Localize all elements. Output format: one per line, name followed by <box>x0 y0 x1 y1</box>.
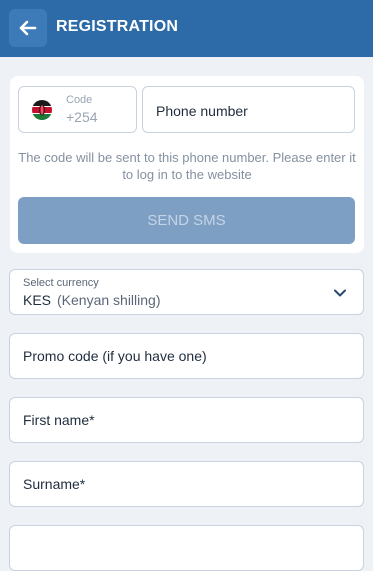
surname-input[interactable]: Surname* <box>9 461 364 507</box>
currency-name: (Kenyan shilling) <box>57 292 161 308</box>
country-code-selector[interactable]: Code +254 <box>18 86 137 133</box>
send-sms-button[interactable]: SEND SMS <box>18 197 355 244</box>
code-label: Code <box>66 94 93 106</box>
first-name-input[interactable]: First name* <box>9 397 364 443</box>
arrow-left-icon <box>19 20 37 36</box>
promo-code-input[interactable]: Promo code (if you have one) <box>9 333 364 379</box>
phone-number-input[interactable]: Phone number <box>142 86 355 133</box>
currency-select[interactable]: Select currency KES (Kenyan shilling) <box>9 269 364 315</box>
header-bar: REGISTRATION <box>0 0 373 57</box>
surname-placeholder: Surname* <box>23 476 86 492</box>
phone-card: Code +254 Phone number The code will be … <box>10 76 364 253</box>
currency-label: Select currency <box>23 277 99 289</box>
next-field-partial[interactable] <box>9 525 364 571</box>
code-value: +254 <box>66 109 98 125</box>
promo-code-placeholder: Promo code (if you have one) <box>23 348 207 364</box>
currency-code: KES <box>23 292 52 308</box>
page-title: REGISTRATION <box>56 18 179 35</box>
phone-number-placeholder: Phone number <box>156 103 248 119</box>
first-name-placeholder: First name* <box>23 412 95 428</box>
chevron-down-icon <box>334 289 346 297</box>
sms-hint-text: The code will be sent to this phone numb… <box>18 150 356 182</box>
kenya-flag-icon <box>32 100 52 120</box>
back-button[interactable] <box>9 9 47 47</box>
